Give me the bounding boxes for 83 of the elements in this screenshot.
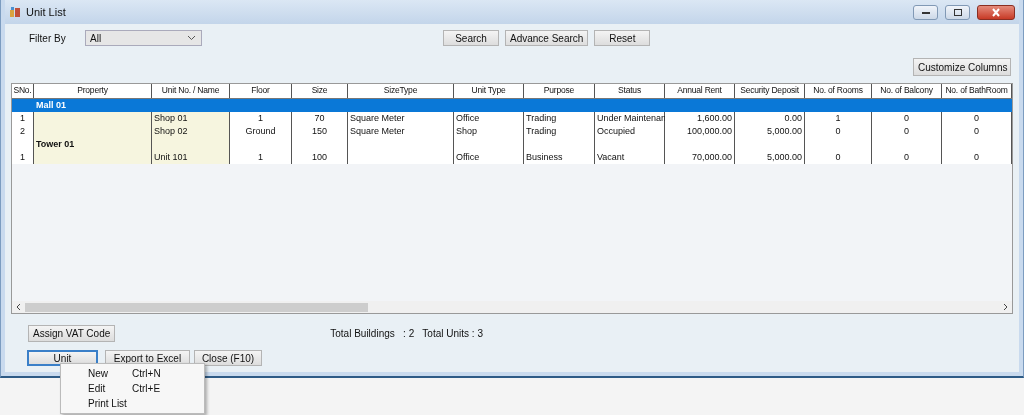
table-cell: 70,000.00 [691, 152, 732, 162]
table-cell: Shop 02 [154, 126, 188, 136]
group-row[interactable]: Tower 01 [12, 138, 1012, 151]
table-cell: Trading [526, 126, 557, 136]
table-cell: Shop [456, 126, 478, 136]
unit-row[interactable]: 1 Unit 101 1 100 Office Business Vacant 70,000.00 5,000.00 0 0 0 [12, 151, 1012, 164]
column-header[interactable]: Unit Type [454, 84, 524, 98]
table-cell: Shop 01 [154, 113, 188, 123]
column-header[interactable]: Status [595, 84, 665, 98]
group-name: Tower 01 [36, 139, 75, 149]
table-cell: Vacant [597, 152, 625, 162]
scrollbar-thumb[interactable] [25, 302, 368, 312]
table-cell: 0 [835, 152, 841, 162]
filter-label: Filter By [29, 32, 67, 44]
scroll-right-icon[interactable] [1001, 303, 1009, 311]
column-header[interactable]: Floor [230, 84, 292, 98]
maximize-button[interactable] [945, 4, 970, 20]
table-cell: Business [526, 152, 563, 162]
table-cell: 1,600.00 [696, 113, 732, 123]
column-header[interactable]: Unit No. / Name [152, 84, 230, 98]
table-cell: 2 [20, 126, 25, 136]
table-cell: 0 [974, 152, 979, 162]
maximize-icon [952, 7, 963, 17]
table-cell: 100 [312, 152, 327, 162]
table-cell: 150 [312, 126, 327, 136]
table-cell: Trading [526, 113, 557, 123]
table-cell: 70 [314, 113, 325, 123]
reset-button[interactable]: Reset [594, 30, 651, 46]
minimize-icon [920, 9, 931, 15]
table-cell: Occupied [597, 126, 636, 136]
menu-item[interactable]: New Ctrl+N [61, 366, 204, 381]
table-cell: Office [456, 152, 480, 162]
table-cell: Ground [245, 126, 276, 136]
column-header[interactable]: No. of Rooms [805, 84, 872, 98]
menu-item[interactable]: Print List [61, 396, 204, 411]
table-cell: 1 [258, 113, 263, 123]
column-header[interactable]: No. of Balcony [872, 84, 942, 98]
advance-search-button[interactable]: Advance Search [505, 30, 589, 46]
table-cell: Office [456, 113, 480, 123]
table-cell: 5,000.00 [766, 152, 802, 162]
table-cell: 1 [20, 152, 25, 162]
table-cell: Unit 101 [154, 152, 188, 162]
menu-item[interactable]: Edit Ctrl+E [61, 381, 204, 396]
close-icon [991, 7, 1001, 17]
table-cell: 100,000.00 [686, 126, 732, 136]
group-row[interactable]: Mall 01 [12, 99, 1012, 112]
close-f10-button[interactable]: Close (F10) [194, 350, 262, 366]
column-header[interactable]: Size [292, 84, 348, 98]
table-cell: 0.00 [784, 113, 802, 123]
group-name: Mall 01 [36, 100, 66, 110]
chevron-icon [187, 35, 196, 41]
horizontal-scrollbar[interactable] [12, 301, 1012, 313]
app-icon [9, 6, 21, 18]
column-header[interactable]: SizeType [348, 84, 454, 98]
table-cell: Square Meter [350, 126, 405, 136]
customize-columns-button[interactable]: Customize Columns [913, 58, 1011, 76]
scroll-left-icon[interactable] [15, 303, 23, 311]
table-cell: 0 [974, 126, 979, 136]
column-header[interactable]: No. of BathRoom [942, 84, 1012, 98]
column-header[interactable]: Purpose [524, 84, 595, 98]
table-cell: 0 [835, 126, 841, 136]
assign-vat-code-button[interactable]: Assign VAT Code [28, 325, 116, 342]
table-cell: 0 [904, 113, 909, 123]
column-header[interactable]: Annual Rent [665, 84, 735, 98]
unit-button[interactable]: Unit [27, 350, 98, 366]
column-header[interactable]: Property [34, 84, 152, 98]
column-header[interactable]: SNo. [12, 84, 34, 98]
close-button[interactable] [977, 4, 1015, 20]
totals-text: Total Buildings : 2 Total Units : 3 [330, 328, 483, 339]
table-cell: 0 [904, 126, 909, 136]
table-cell: Square Meter [350, 113, 405, 123]
table-cell: 0 [974, 113, 979, 123]
filter-dropdown[interactable]: All [85, 30, 202, 46]
table-cell: 5,000.00 [766, 126, 802, 136]
window-title: Unit List [26, 6, 66, 18]
unit-row[interactable]: 2 Shop 02 Ground 150 Square Meter Shop Trading Occupied 100,000.00 5,000.00 0 0 0 [12, 125, 1012, 138]
table-cell: 1 [258, 152, 263, 162]
minimize-button[interactable] [913, 4, 938, 20]
table-cell: 1 [835, 113, 841, 123]
table-cell: 0 [904, 152, 909, 162]
table-cell: 1 [20, 113, 25, 123]
column-header[interactable]: Security Deposit [735, 84, 805, 98]
search-button[interactable]: Search [443, 30, 499, 46]
